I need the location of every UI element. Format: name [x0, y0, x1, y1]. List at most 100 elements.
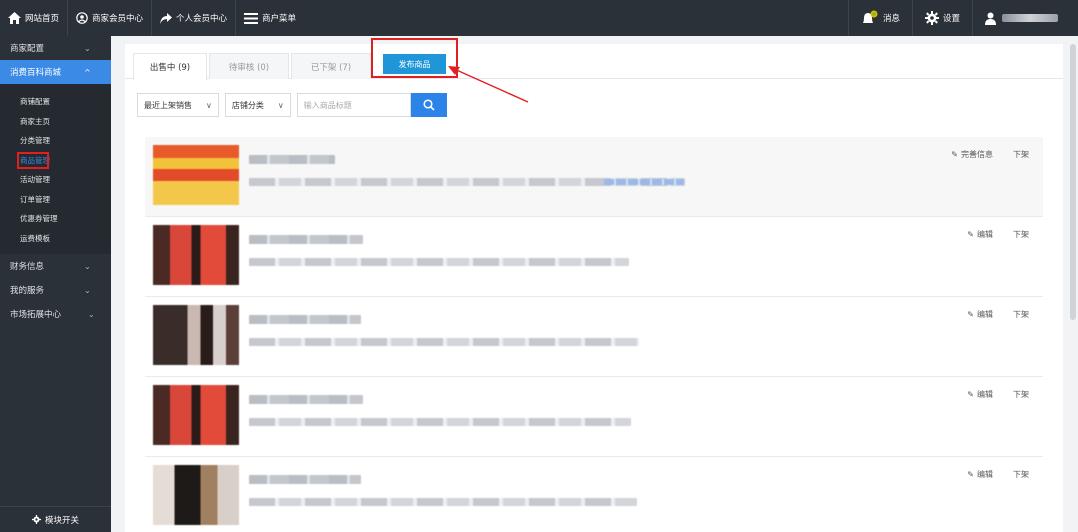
take-down-button[interactable]: 下架 [1013, 229, 1029, 240]
top-navigation-bar: 网站首页 商家会员中心 个人会员中心 商户菜单 消息 设置 [0, 0, 1078, 36]
sidebar-subitem-category[interactable]: 分类管理 [0, 131, 111, 151]
product-thumbnail[interactable] [153, 225, 239, 285]
action-label: 下架 [1013, 470, 1029, 479]
tab-off-shelf[interactable]: 已下架 (7) [291, 53, 371, 79]
complete-info-button[interactable]: ✎ 完善信息 [951, 149, 993, 160]
action-label: 下架 [1013, 310, 1029, 319]
sidebar-subitem-orders[interactable]: 订单管理 [0, 190, 111, 210]
edit-icon: ✎ [967, 470, 974, 479]
action-label: 编辑 [977, 230, 993, 239]
product-desc-blurred [249, 418, 631, 426]
action-label: 下架 [1013, 230, 1029, 239]
sidebar-subitem-product-management[interactable]: 商品管理 [0, 151, 111, 171]
page-scrollbar[interactable] [1070, 44, 1076, 320]
take-down-button[interactable]: 下架 [1013, 469, 1029, 480]
personal-center-label: 个人会员中心 [176, 14, 228, 24]
action-label: 完善信息 [961, 150, 993, 159]
publish-product-button[interactable]: 发布商品 [383, 54, 446, 74]
product-actions: ✎ 编辑 下架 [947, 229, 1029, 240]
subitem-label: 商铺配置 [20, 97, 50, 107]
edit-button[interactable]: ✎ 编辑 [967, 469, 993, 480]
sidebar-item-finance[interactable]: 财务信息 ⌄ [0, 254, 111, 278]
messages-button[interactable]: 消息 [847, 0, 912, 36]
share-arrow-icon [160, 12, 173, 24]
take-down-button[interactable]: 下架 [1013, 149, 1029, 160]
sidebar-item-mall[interactable]: 消费百科商城 ^ [0, 60, 111, 84]
subitem-label: 订单管理 [20, 194, 50, 204]
messages-label: 消息 [882, 14, 900, 24]
tab-pending[interactable]: 待审核 (0) [209, 53, 289, 79]
chevron-down-icon: ⌄ [84, 43, 91, 53]
edit-icon: ✎ [967, 230, 974, 239]
subitem-label: 运费模板 [20, 233, 50, 243]
product-actions: ✎ 编辑 下架 [947, 309, 1029, 320]
module-switch-button[interactable]: 模块开关 [0, 506, 111, 532]
user-circle-icon [76, 12, 88, 24]
filter-bar: 最近上架销售 ∨ 店铺分类 ∨ [137, 93, 447, 117]
product-row: ✎ 完善信息 下架 [145, 137, 1043, 217]
merchant-center-label: 商家会员中心 [92, 14, 144, 24]
product-thumbnail[interactable] [153, 385, 239, 445]
action-label: 编辑 [977, 470, 993, 479]
home-link[interactable]: 网站首页 [0, 0, 69, 36]
subitem-label: 商家主页 [20, 116, 50, 126]
sidebar-item-merchant-config[interactable]: 商家配置 ⌄ [0, 36, 111, 60]
home-label: 网站首页 [25, 14, 60, 24]
user-icon [985, 12, 996, 25]
chevron-down-icon: ∨ [277, 100, 284, 110]
product-desc-blurred [249, 338, 639, 346]
tab-on-sale[interactable]: 出售中 (9) [133, 53, 207, 80]
merchant-menu-button[interactable]: 商户菜单 [236, 0, 304, 36]
settings-label: 设置 [942, 14, 960, 24]
edit-icon: ✎ [967, 390, 974, 399]
sidebar-subitem-coupons[interactable]: 优惠券管理 [0, 209, 111, 229]
tab-bar: 出售中 (9) 待审核 (0) 已下架 (7) 发布商品 [125, 38, 1063, 80]
home-icon [8, 12, 21, 24]
edit-button[interactable]: ✎ 编辑 [967, 229, 993, 240]
product-title-blurred [249, 395, 363, 404]
action-label: 下架 [1013, 390, 1029, 399]
user-account-menu[interactable] [972, 0, 1078, 36]
tab-label: 已下架 (7) [310, 62, 352, 73]
product-thumbnail[interactable] [153, 465, 239, 525]
product-actions: ✎ 编辑 下架 [947, 469, 1029, 480]
product-thumbnail[interactable] [153, 305, 239, 365]
take-down-button[interactable]: 下架 [1013, 389, 1029, 400]
product-desc-blurred [249, 498, 637, 506]
product-link-blurred [604, 179, 684, 185]
sort-select[interactable]: 最近上架销售 ∨ [137, 93, 219, 117]
sidebar-item-label: 消费百科商城 [10, 68, 62, 78]
sidebar-item-my-services[interactable]: 我的服务 ⌄ [0, 278, 111, 302]
sidebar-item-market-center[interactable]: 市场拓展中心 ⌄ [0, 302, 111, 326]
chevron-down-icon: ⌄ [88, 309, 95, 319]
sidebar-subitem-merchant-home[interactable]: 商家主页 [0, 112, 111, 132]
edit-icon: ✎ [951, 150, 958, 159]
sidebar-item-label: 我的服务 [10, 286, 45, 296]
sort-select-value: 最近上架销售 [144, 100, 192, 110]
take-down-button[interactable]: 下架 [1013, 309, 1029, 320]
personal-center-link[interactable]: 个人会员中心 [152, 0, 237, 36]
sidebar-subitem-shipping-template[interactable]: 运费模板 [0, 229, 111, 249]
merchant-center-link[interactable]: 商家会员中心 [68, 0, 153, 36]
chevron-down-icon: ⌄ [84, 261, 91, 271]
sidebar-subitem-shop-config[interactable]: 商铺配置 [0, 92, 111, 112]
sidebar-subitem-activity[interactable]: 活动管理 [0, 170, 111, 190]
search-icon [423, 99, 435, 111]
product-desc-blurred [249, 258, 629, 266]
edit-button[interactable]: ✎ 编辑 [967, 389, 993, 400]
subitem-label: 分类管理 [20, 136, 50, 146]
product-title-blurred [249, 315, 361, 324]
category-select[interactable]: 店铺分类 ∨ [224, 93, 291, 117]
sidebar-item-label: 市场拓展中心 [10, 310, 62, 320]
module-switch-label: 模块开关 [44, 515, 79, 526]
product-row: ✎ 编辑 下架 [145, 297, 1043, 377]
tab-label: 出售中 (9) [149, 63, 191, 73]
product-thumbnail[interactable] [153, 145, 239, 205]
subitem-label: 优惠券管理 [20, 214, 58, 224]
product-title-blurred [249, 155, 335, 164]
settings-button[interactable]: 设置 [911, 0, 972, 36]
action-label: 编辑 [977, 390, 993, 399]
search-input[interactable] [296, 93, 411, 117]
edit-button[interactable]: ✎ 编辑 [967, 309, 993, 320]
publish-label: 发布商品 [398, 59, 431, 69]
